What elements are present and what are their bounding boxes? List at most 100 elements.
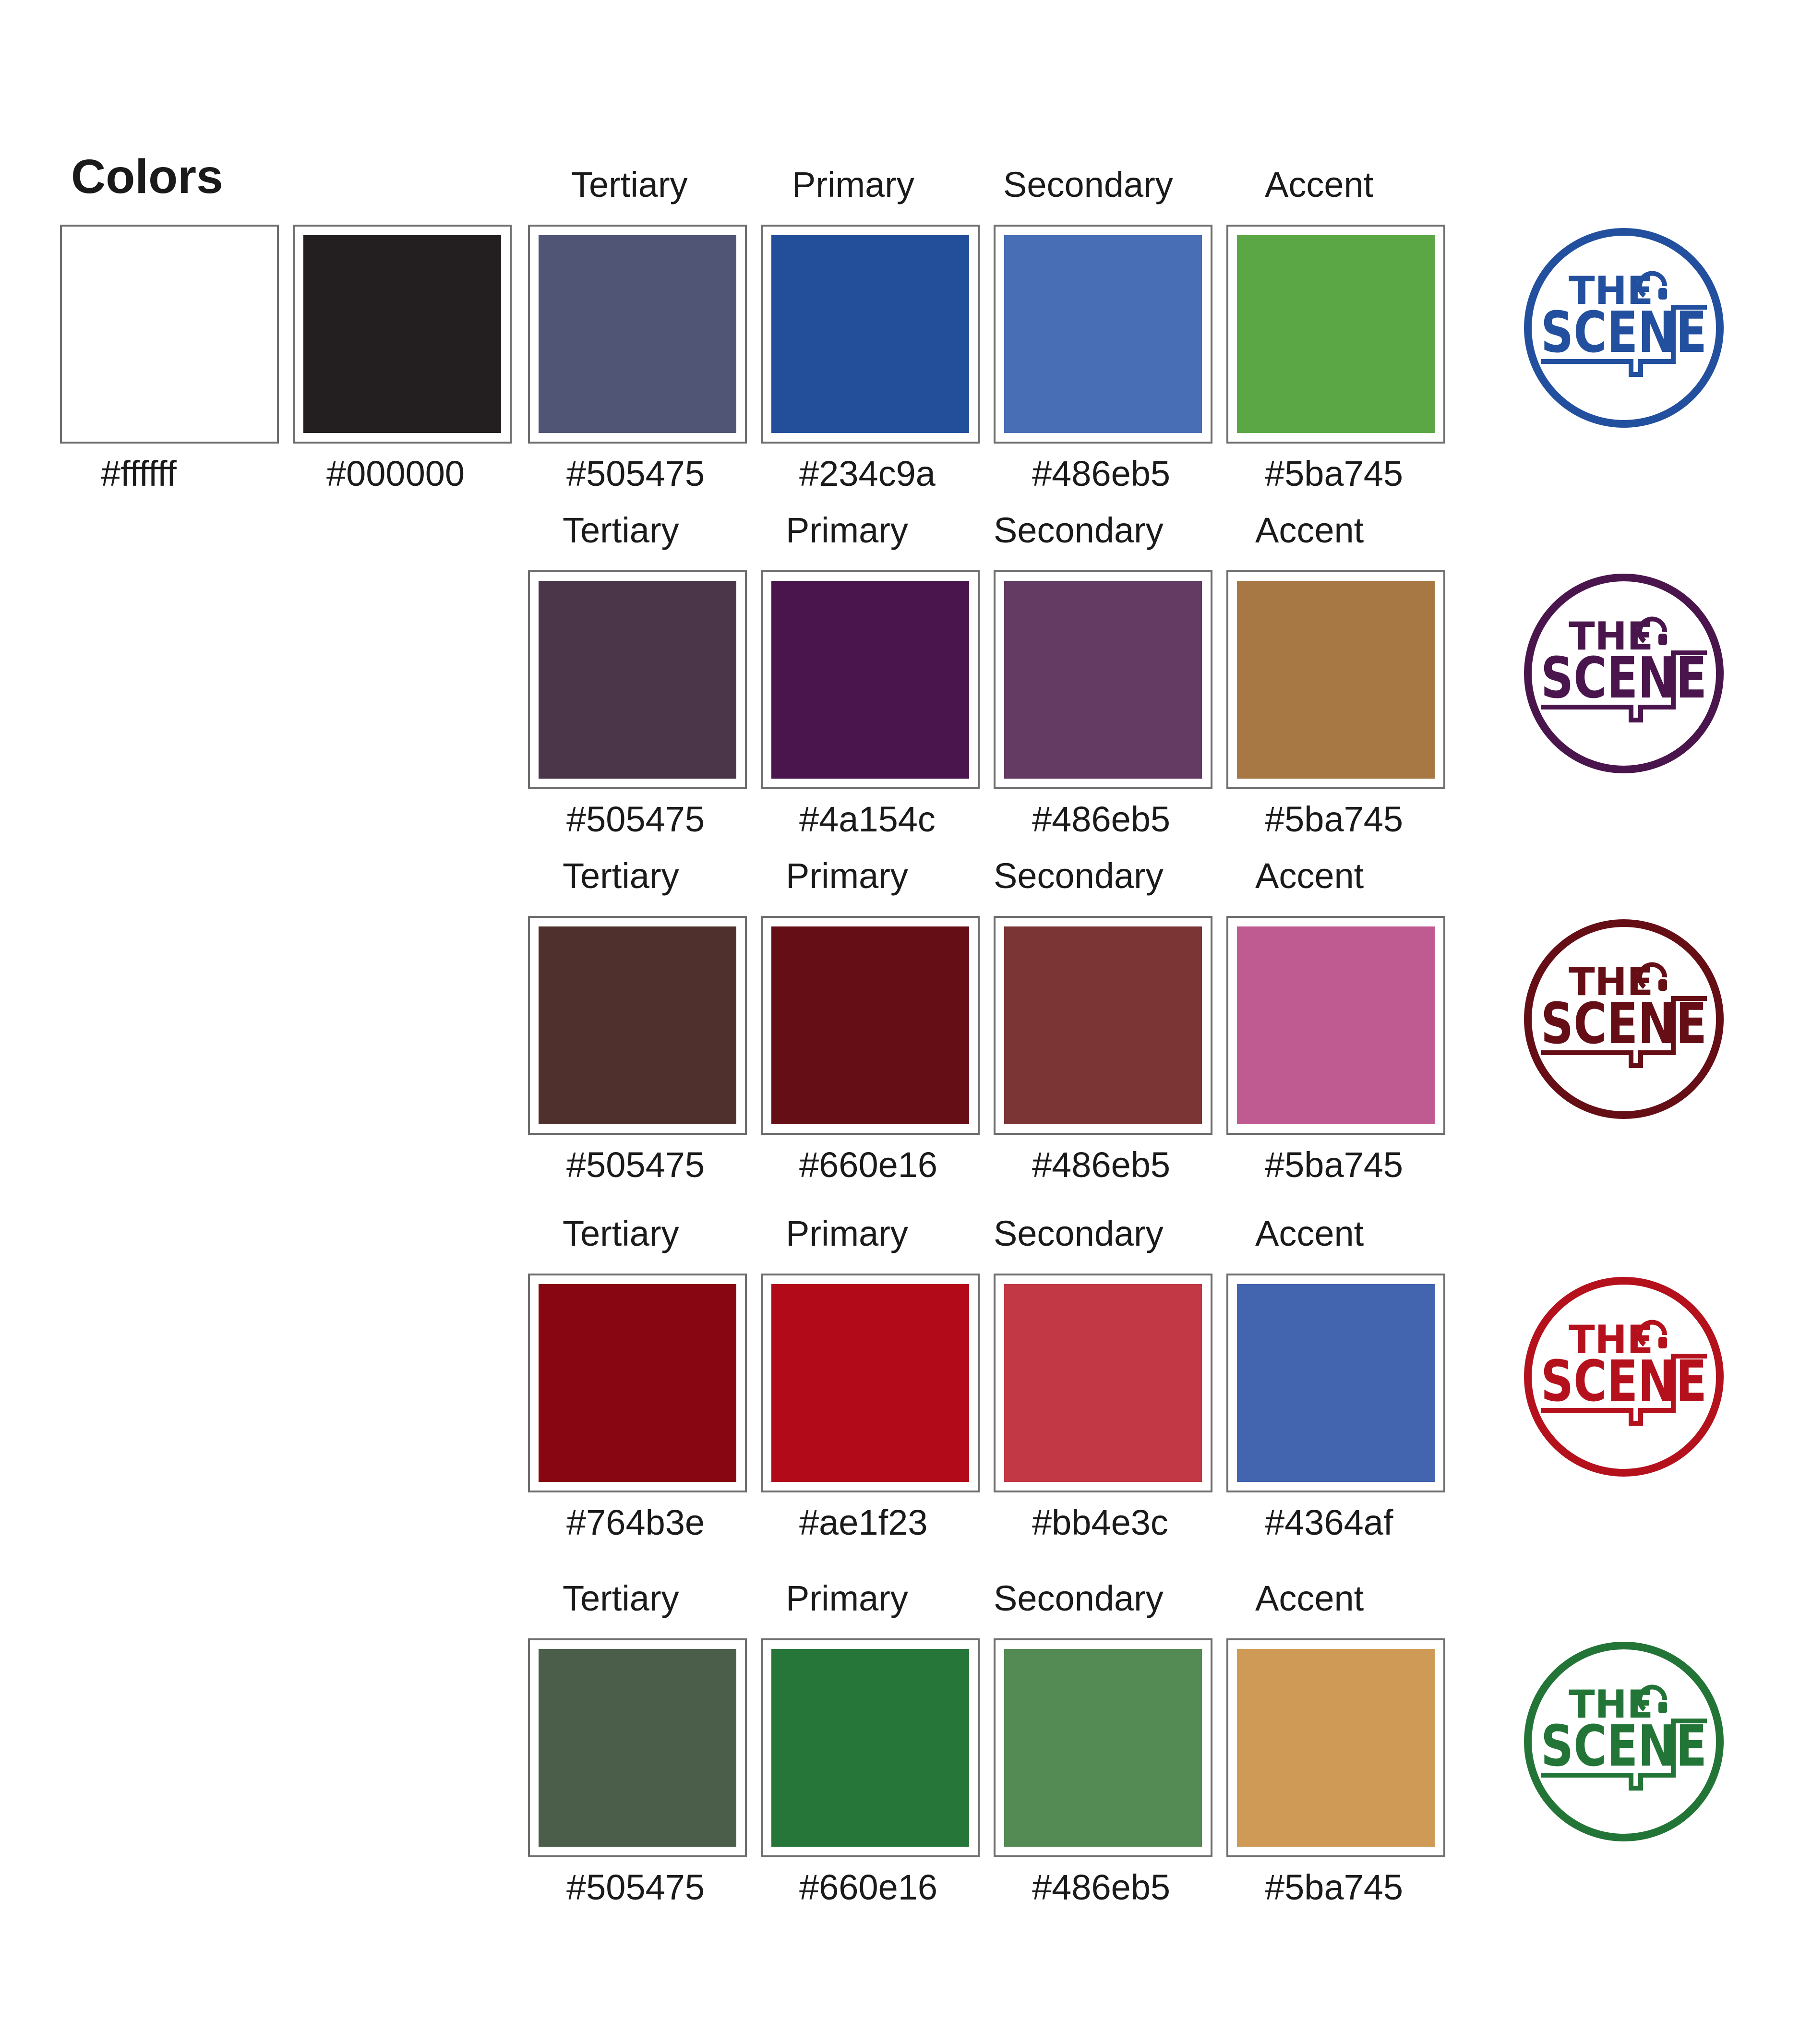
palette-row: Tertiary #505475 Primary #4a154c Secondary #4… — [0, 509, 1800, 845]
swatch-role-label: Tertiary — [563, 510, 679, 550]
swatch-color-fill[interactable] — [1004, 1649, 1202, 1847]
swatch-primary[interactable]: Primary #ae1f23 — [761, 1212, 982, 1548]
swatch-role-label: Tertiary — [563, 1578, 679, 1618]
swatch-accent[interactable]: Accent #4364af — [1226, 1212, 1447, 1548]
swatch-frame[interactable] — [994, 1638, 1212, 1857]
swatch-tertiary[interactable]: Tertiary #505475 — [528, 163, 749, 499]
swatch-hex-label: #4a154c — [799, 799, 936, 839]
swatch-frame[interactable] — [1226, 916, 1445, 1135]
swatch-accent[interactable]: Accent #5ba745 — [1226, 854, 1447, 1190]
headphones-cup-icon — [1658, 634, 1667, 645]
swatch-role-label: Accent — [1255, 1214, 1364, 1253]
base-swatch-white[interactable]: #ffffff — [60, 163, 281, 499]
swatch-frame[interactable] — [528, 916, 747, 1135]
swatch-secondary[interactable]: Secondary #486eb5 — [994, 1577, 1214, 1913]
swatch-frame[interactable] — [528, 570, 747, 789]
swatch-hex-label: #505475 — [566, 1867, 705, 1907]
swatch-color-fill[interactable] — [71, 235, 268, 433]
swatch-frame[interactable] — [293, 225, 512, 444]
swatch-role-label: Tertiary — [563, 856, 679, 896]
swatch-color-fill[interactable] — [539, 1284, 736, 1482]
swatch-tertiary[interactable]: Tertiary #505475 — [528, 1577, 749, 1913]
swatch-role-label: Secondary — [994, 510, 1164, 550]
swatch-frame[interactable] — [528, 1274, 747, 1492]
swatch-color-fill[interactable] — [303, 235, 501, 433]
swatch-color-fill[interactable] — [1004, 235, 1202, 433]
swatch-hex-label: #486eb5 — [1032, 1145, 1171, 1185]
swatch-role-label: Secondary — [994, 1578, 1164, 1618]
swatch-role-label: Secondary — [994, 856, 1164, 896]
swatch-color-fill[interactable] — [771, 1649, 969, 1847]
headphones-cup-icon — [1658, 1337, 1667, 1348]
swatch-role-label: Primary — [786, 510, 908, 550]
swatch-frame[interactable] — [761, 570, 980, 789]
swatch-frame[interactable] — [1226, 1274, 1445, 1492]
palette-row: Tertiary #764b3e Primary #ae1f23 Secondary #b… — [0, 1212, 1800, 1548]
swatch-color-fill[interactable] — [539, 1649, 736, 1847]
swatch-color-fill[interactable] — [1004, 581, 1202, 779]
swatch-frame[interactable] — [60, 225, 279, 444]
swatch-role-label: Accent — [1255, 1578, 1364, 1618]
swatch-frame[interactable] — [994, 1274, 1212, 1492]
the-scene-logo: THE SCENE — [1521, 916, 1727, 1122]
logo-badge: THESCENE — [1524, 228, 1724, 428]
swatch-color-fill[interactable] — [1004, 1284, 1202, 1482]
swatch-color-fill[interactable] — [1237, 581, 1435, 779]
swatch-hex-label: #000000 — [326, 454, 465, 493]
the-scene-logo: THE SCENE — [1521, 570, 1727, 777]
base-swatch-black[interactable]: #000000 — [293, 163, 514, 499]
swatch-frame[interactable] — [1226, 1638, 1445, 1857]
swatch-accent[interactable]: Accent #5ba745 — [1226, 1577, 1447, 1913]
color-palette-sheet: Colors #ffffff #000000 Tertiary #505475 Prim… — [0, 0, 1800, 2044]
swatch-secondary[interactable]: Secondary #bb4e3c — [994, 1212, 1214, 1548]
swatch-frame[interactable] — [761, 916, 980, 1135]
swatch-frame[interactable] — [1226, 570, 1445, 789]
swatch-accent[interactable]: Accent #5ba745 — [1226, 163, 1447, 499]
swatch-frame[interactable] — [1226, 225, 1445, 444]
swatch-role-label: Accent — [1255, 856, 1364, 896]
swatch-primary[interactable]: Primary #234c9a — [761, 163, 982, 499]
swatch-frame[interactable] — [761, 225, 980, 444]
swatch-color-fill[interactable] — [1237, 926, 1435, 1124]
swatch-frame[interactable] — [528, 1638, 747, 1857]
swatch-tertiary[interactable]: Tertiary #505475 — [528, 854, 749, 1190]
swatch-color-fill[interactable] — [539, 235, 736, 433]
swatch-hex-label: #764b3e — [566, 1503, 705, 1542]
swatch-secondary[interactable]: Secondary #486eb5 — [994, 163, 1214, 499]
swatch-color-fill[interactable] — [771, 581, 969, 779]
swatch-accent[interactable]: Accent #5ba745 — [1226, 509, 1447, 845]
swatch-frame[interactable] — [994, 225, 1212, 444]
the-scene-logo: THE SCENE — [1521, 1638, 1727, 1845]
the-scene-logo: THE SCENE — [1521, 1274, 1727, 1480]
logo-badge: THESCENE — [1524, 919, 1724, 1119]
swatch-role-label: Primary — [786, 1214, 908, 1253]
swatch-hex-label: #5ba745 — [1265, 1145, 1404, 1185]
swatch-role-label: Accent — [1255, 510, 1364, 550]
swatch-primary[interactable]: Primary #660e16 — [761, 1577, 982, 1913]
swatch-primary[interactable]: Primary #4a154c — [761, 509, 982, 845]
swatch-color-fill[interactable] — [539, 926, 736, 1124]
swatch-color-fill[interactable] — [771, 926, 969, 1124]
swatch-frame[interactable] — [761, 1274, 980, 1492]
swatch-color-fill[interactable] — [771, 235, 969, 433]
swatch-color-fill[interactable] — [1237, 1284, 1435, 1482]
swatch-hex-label: #5ba745 — [1265, 1867, 1404, 1907]
swatch-hex-label: #660e16 — [799, 1867, 938, 1907]
swatch-tertiary[interactable]: Tertiary #505475 — [528, 509, 749, 845]
swatch-frame[interactable] — [528, 225, 747, 444]
swatch-color-fill[interactable] — [539, 581, 736, 779]
swatch-frame[interactable] — [761, 1638, 980, 1857]
swatch-frame[interactable] — [994, 570, 1212, 789]
swatch-secondary[interactable]: Secondary #486eb5 — [994, 854, 1214, 1190]
swatch-color-fill[interactable] — [1237, 1649, 1435, 1847]
swatch-tertiary[interactable]: Tertiary #764b3e — [528, 1212, 749, 1548]
swatch-frame[interactable] — [994, 916, 1212, 1135]
swatch-secondary[interactable]: Secondary #486eb5 — [994, 509, 1214, 845]
swatch-color-fill[interactable] — [1237, 235, 1435, 433]
swatch-hex-label: #660e16 — [799, 1145, 938, 1185]
swatch-color-fill[interactable] — [771, 1284, 969, 1482]
swatch-color-fill[interactable] — [1004, 926, 1202, 1124]
swatch-primary[interactable]: Primary #660e16 — [761, 854, 982, 1190]
swatch-role-label: Primary — [786, 1578, 908, 1618]
swatch-hex-label: #234c9a — [799, 454, 936, 493]
